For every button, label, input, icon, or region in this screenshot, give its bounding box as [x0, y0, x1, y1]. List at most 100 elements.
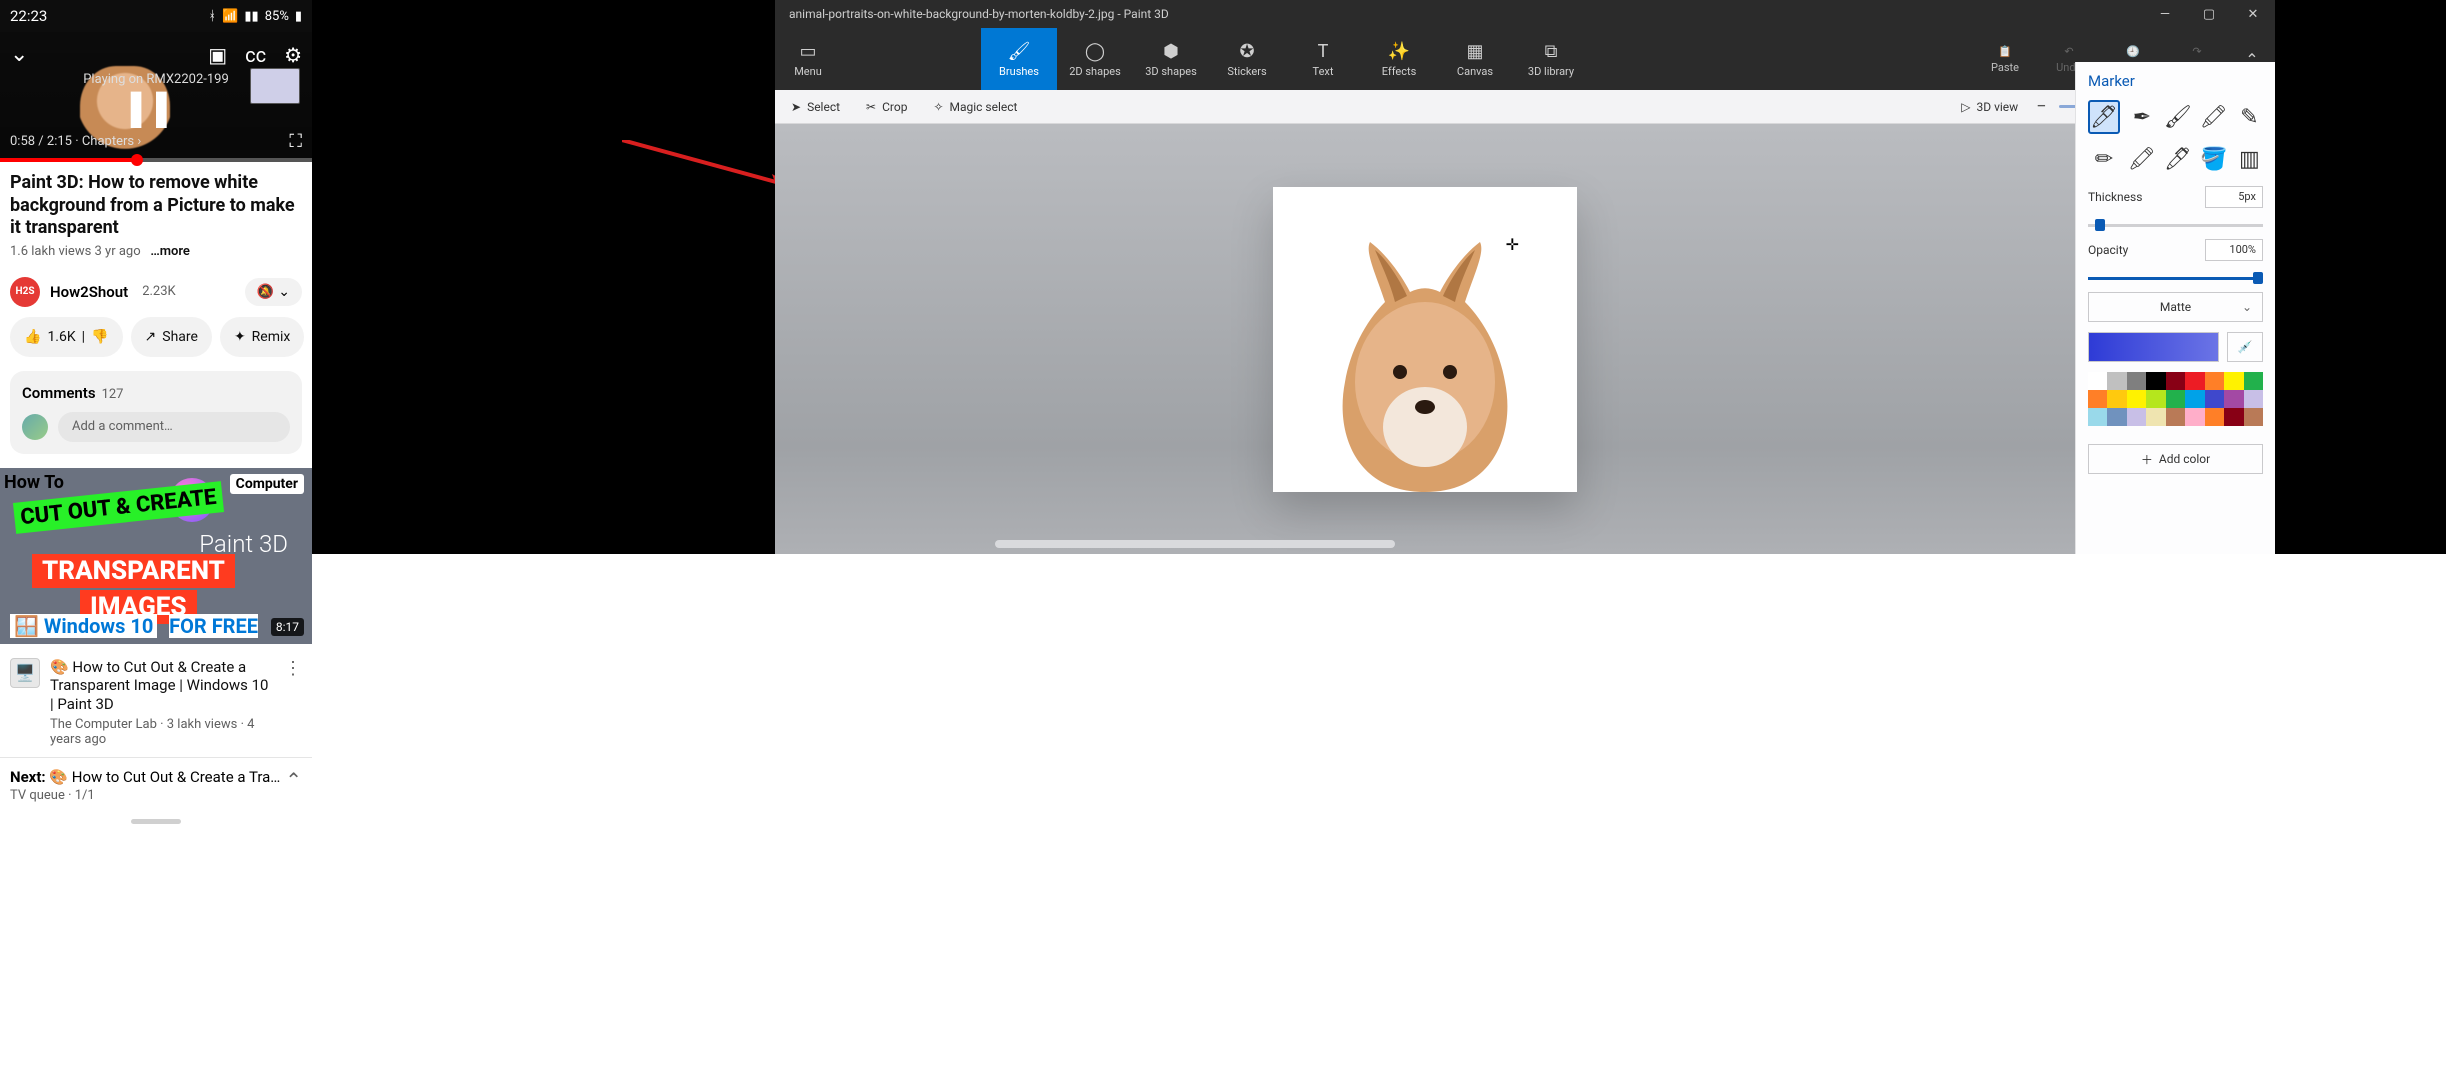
color-swatch[interactable] — [2107, 390, 2126, 408]
paste-button[interactable]: 📋Paste — [1973, 28, 2037, 90]
color-swatch[interactable] — [2127, 408, 2146, 426]
opacity-input[interactable]: 100% — [2205, 239, 2263, 261]
color-swatch[interactable] — [2088, 390, 2107, 408]
stickers-tab[interactable]: ✪Stickers — [1209, 28, 1285, 90]
bluetooth-icon: ᚼ — [208, 9, 216, 24]
progress-bar[interactable] — [0, 158, 312, 162]
comments-card[interactable]: Comments127 Add a comment… — [10, 371, 302, 454]
like-button[interactable]: 👍1.6K | 👎 — [10, 317, 123, 357]
chapters-link[interactable]: Chapters — [82, 134, 134, 149]
color-swatch[interactable] — [2127, 390, 2146, 408]
color-swatch[interactable] — [2088, 372, 2107, 390]
add-color-button[interactable]: ＋ Add color — [2088, 444, 2263, 474]
color-swatch[interactable] — [2224, 390, 2243, 408]
brush-crayon[interactable]: 🖍 — [2128, 142, 2156, 176]
menu-tab[interactable]: ▭Menu — [775, 28, 841, 90]
settings-gear-icon[interactable]: ⚙ — [284, 43, 302, 67]
drag-handle[interactable] — [131, 819, 181, 824]
brush-oil[interactable]: 🖌 — [2164, 100, 2192, 134]
chevron-up-icon[interactable]: ⌃ — [285, 768, 302, 792]
video-player[interactable]: ⌄ ▣ cc ⚙ Playing on RMX2202-199 ▌▌ 0:58 … — [0, 32, 312, 158]
opacity-slider[interactable] — [2088, 277, 2263, 280]
3d-view-toggle[interactable]: ▷3D view — [1961, 100, 2018, 114]
channel-subs: 2.23K — [142, 284, 176, 299]
channel-name[interactable]: How2Shout — [50, 283, 128, 301]
pause-button[interactable]: ▌▌ — [131, 92, 182, 127]
thumbs-down-icon[interactable]: 👎 — [91, 329, 108, 345]
finish-dropdown[interactable]: Matte ⌄ — [2088, 292, 2263, 322]
collapse-icon[interactable]: ⌄ — [10, 42, 28, 67]
crop-tool[interactable]: ✂Crop — [866, 100, 907, 114]
horizontal-scrollbar[interactable] — [995, 540, 1395, 548]
color-swatch[interactable] — [2146, 408, 2165, 426]
color-swatch[interactable] — [2185, 408, 2204, 426]
color-swatch[interactable] — [2244, 408, 2263, 426]
notifications-button[interactable]: 🔕⌄ — [245, 278, 302, 306]
color-swatch[interactable] — [2224, 408, 2243, 426]
thumb-computer-tag: Computer — [230, 474, 304, 494]
color-swatch[interactable] — [2185, 390, 2204, 408]
color-swatch[interactable] — [2185, 372, 2204, 390]
fullscreen-icon[interactable]: ⛶ — [289, 131, 302, 152]
color-swatch[interactable] — [2205, 408, 2224, 426]
color-swatch[interactable] — [2146, 390, 2165, 408]
brush-pixel[interactable]: 🖊 — [2164, 142, 2192, 176]
canvas-area[interactable]: ✛ — [775, 124, 2075, 554]
brushes-tab[interactable]: 🖌Brushes — [981, 28, 1057, 90]
color-swatch[interactable] — [2166, 408, 2185, 426]
brush-marker[interactable]: 🖊 — [2088, 100, 2120, 134]
channel-row[interactable]: H2S How2Shout 2.23K 🔕⌄ — [0, 271, 312, 317]
share-button[interactable]: ↗Share — [131, 317, 212, 357]
channel-avatar[interactable]: H2S — [10, 277, 40, 307]
thickness-slider[interactable] — [2088, 224, 2263, 227]
color-swatch[interactable] — [2205, 390, 2224, 408]
color-swatch[interactable] — [2127, 372, 2146, 390]
magic-select-tool[interactable]: ✧Magic select — [933, 100, 1017, 114]
captions-icon[interactable]: cc — [245, 43, 266, 67]
current-color[interactable] — [2088, 332, 2219, 362]
brush-eraser[interactable]: ✏ — [2088, 142, 2120, 176]
2d-shapes-tab[interactable]: ◯2D shapes — [1057, 28, 1133, 90]
color-swatch[interactable] — [2166, 390, 2185, 408]
brush-calligraphy[interactable]: ✒ — [2128, 100, 2156, 134]
rec-more-icon[interactable]: ⋮ — [284, 658, 302, 747]
select-tool[interactable]: ➤Select — [791, 100, 840, 114]
brush-spray[interactable]: 🖍 — [2200, 100, 2228, 134]
effects-tab[interactable]: ✨Effects — [1361, 28, 1437, 90]
color-swatch[interactable] — [2088, 408, 2107, 426]
minimize-button[interactable]: — — [2143, 0, 2187, 28]
recommended-item[interactable]: 🖥️ 🎨 How to Cut Out & Create a Transpare… — [0, 650, 312, 757]
maximize-button[interactable]: ▢ — [2187, 0, 2231, 28]
color-swatch[interactable] — [2244, 390, 2263, 408]
3d-library-tab[interactable]: ⧉3D library — [1513, 28, 1589, 90]
color-swatch[interactable] — [2205, 372, 2224, 390]
brush-fill[interactable]: 🪣 — [2200, 142, 2228, 176]
eyedropper-button[interactable]: 💉 — [2227, 332, 2263, 362]
3d-shapes-tab[interactable]: ⬢3D shapes — [1133, 28, 1209, 90]
brush-pencil[interactable]: ✎ — [2236, 100, 2263, 134]
window-titlebar[interactable]: animal-portraits-on-white-background-by-… — [775, 0, 2275, 28]
cast-icon[interactable]: ▣ — [208, 43, 227, 67]
comment-input[interactable]: Add a comment… — [58, 412, 290, 442]
text-tab[interactable]: TText — [1285, 28, 1361, 90]
color-swatch[interactable] — [2224, 372, 2243, 390]
color-swatch[interactable] — [2244, 372, 2263, 390]
brush-watercolor[interactable]: ▥ — [2236, 142, 2263, 176]
color-swatch[interactable] — [2107, 372, 2126, 390]
close-button[interactable]: ✕ — [2231, 0, 2275, 28]
action-row: 👍1.6K | 👎 ↗Share ✦Remix ⭳Downloa — [0, 317, 312, 371]
up-next-bar[interactable]: Next: 🎨 How to Cut Out & Create a Tra… T… — [0, 757, 312, 813]
video-title[interactable]: Paint 3D: How to remove white background… — [0, 162, 312, 242]
recommended-thumbnail[interactable]: How To Computer CUT OUT & CREATE Paint 3… — [0, 468, 312, 644]
canvas-sheet[interactable]: ✛ — [1273, 187, 1577, 492]
canvas-tab[interactable]: ▦Canvas — [1437, 28, 1513, 90]
signal-icon: ▮▮ — [244, 9, 258, 24]
color-swatch[interactable] — [2146, 372, 2165, 390]
more-link[interactable]: …more — [150, 244, 190, 259]
color-swatch[interactable] — [2107, 408, 2126, 426]
color-swatch[interactable] — [2166, 372, 2185, 390]
thumb-duration: 8:17 — [271, 618, 304, 636]
remix-button[interactable]: ✦Remix — [220, 317, 304, 357]
zoom-out-button[interactable]: − — [2036, 96, 2046, 117]
thickness-input[interactable]: 5px — [2205, 186, 2263, 208]
